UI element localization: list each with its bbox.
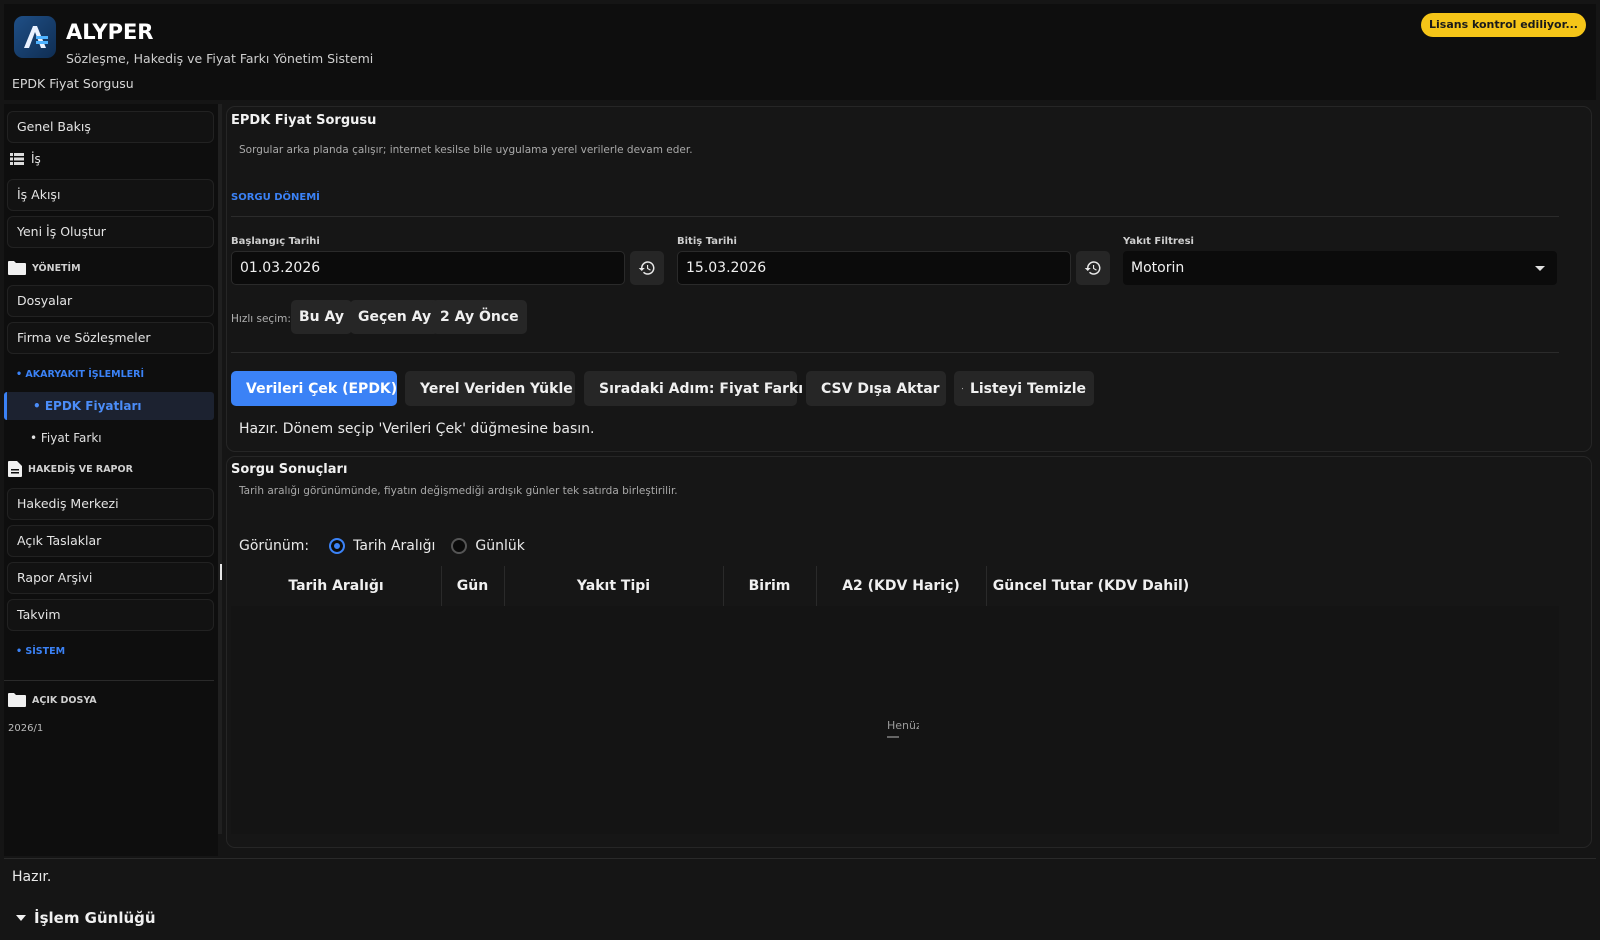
fetch-data-label: Verileri Çek (EPDK) <box>246 380 398 397</box>
results-table-header: Tarih Aralığı Gün Yakıt Tipi Birim A2 (K… <box>231 566 1559 606</box>
results-table-body: Henüz <box>231 606 1559 834</box>
quick-this-month-button[interactable]: Bu Ay <box>291 300 352 334</box>
view-range-radio[interactable] <box>329 538 346 554</box>
view-daily-radio[interactable] <box>451 538 468 554</box>
sidebar-item-workflow[interactable]: İş Akışı <box>7 179 214 211</box>
column-header-days[interactable]: Gün <box>441 566 504 606</box>
logo-icon <box>24 26 48 48</box>
sidebar-item-epdk-prices[interactable]: • EPDK Fiyatları <box>4 392 214 420</box>
section-divider <box>231 352 1559 353</box>
query-period-label: SORGU DÖNEMİ <box>231 192 320 203</box>
query-panel: EPDK Fiyat Sorgusu Sorgular arka planda … <box>226 106 1592 452</box>
sidebar-section-system: • SİSTEM <box>16 645 66 657</box>
sidebar-item-payment-center[interactable]: Hakediş Merkezi <box>7 488 214 520</box>
empty-state-text: Henüz <box>887 719 919 732</box>
start-date-input[interactable]: 01.03.2026 <box>231 251 625 285</box>
app-title: ALYPER <box>66 20 154 44</box>
license-status-badge: Lisans kontrol ediliyor... <box>1421 13 1586 37</box>
end-date-reset-button[interactable] <box>1076 251 1110 285</box>
column-header-total-incl-vat[interactable]: Güncel Tutar (KDV Dahil) <box>986 566 1196 606</box>
history-icon <box>638 261 655 275</box>
chevron-down-icon <box>1535 266 1545 271</box>
fuel-filter-label: Yakıt Filtresi <box>1123 236 1194 247</box>
start-date-label: Başlangıç Tarihi <box>231 236 320 247</box>
folder-icon <box>8 693 26 707</box>
fuel-filter-select[interactable]: Motorin <box>1123 251 1557 285</box>
sidebar-item-companies[interactable]: Firma ve Sözleşmeler <box>7 322 214 354</box>
sidebar-divider <box>4 680 214 681</box>
loading-indicator <box>887 736 899 738</box>
column-header-date-range[interactable]: Tarih Aralığı <box>231 566 441 606</box>
results-panel: Sorgu Sonuçları Tarih aralığı görünümünd… <box>226 456 1592 848</box>
sidebar-section-fuel: • AKARYAKIT İŞLEMLERİ <box>16 368 145 380</box>
trash-icon <box>962 387 963 390</box>
caret-down-icon <box>16 915 26 921</box>
app-logo <box>14 16 56 58</box>
sidebar-section-management: YÖNETİM <box>8 258 81 278</box>
sidebar-section-open-file: AÇIK DOSYA <box>8 690 97 710</box>
breadcrumb: EPDK Fiyat Sorgusu <box>12 76 134 91</box>
activity-log-toggle[interactable]: İşlem Günlüğü <box>16 909 156 927</box>
column-header-fuel-type[interactable]: Yakıt Tipi <box>504 566 723 606</box>
footer-status: Hazır. <box>12 869 52 885</box>
query-panel-title: EPDK Fiyat Sorgusu <box>231 113 377 128</box>
list-icon <box>10 153 24 165</box>
history-icon <box>1084 261 1101 275</box>
export-csv-button[interactable]: CSV Dışa Aktar <box>806 371 946 406</box>
sidebar-section-reports: HAKEDİŞ VE RAPOR <box>8 459 133 479</box>
clear-list-label: Listeyi Temizle <box>969 380 1086 397</box>
column-header-a2-excl-vat[interactable]: A2 (KDV Hariç) <box>816 566 986 606</box>
column-header-unit[interactable]: Birim <box>723 566 816 606</box>
results-panel-title: Sorgu Sonuçları <box>231 462 348 477</box>
fetch-data-button[interactable]: Verileri Çek (EPDK) <box>231 371 397 406</box>
sidebar-resize-handle[interactable] <box>220 564 222 580</box>
quick-select-label: Hızlı seçim: <box>231 313 291 325</box>
sidebar: Genel Bakış İş İş Akışı Yeni İş Oluştur … <box>4 104 222 856</box>
folder-icon <box>8 261 26 275</box>
open-file-value: 2026/1 <box>8 723 44 734</box>
export-csv-label: CSV Dışa Aktar <box>821 380 940 397</box>
activity-log-title: İşlem Günlüğü <box>34 909 156 927</box>
clear-list-button[interactable]: Listeyi Temizle <box>954 371 1094 406</box>
quick-two-months-button[interactable]: 2 Ay Önce <box>432 300 527 334</box>
sidebar-item-price-diff[interactable]: • Fiyat Farkı <box>30 431 102 445</box>
sidebar-item-report-archive[interactable]: Rapor Arşivi <box>7 562 214 594</box>
sidebar-item-work-label: İş <box>31 152 41 166</box>
sidebar-item-overview[interactable]: Genel Bakış <box>7 111 214 143</box>
app-header: ALYPER Sözleşme, Hakediş ve Fiyat Farkı … <box>4 4 1596 100</box>
load-local-button[interactable]: Yerel Veriden Yükle <box>405 371 575 406</box>
query-panel-description: Sorgular arka planda çalışır; internet k… <box>239 144 693 156</box>
sidebar-section-open-file-label: AÇIK DOSYA <box>32 694 97 706</box>
sidebar-item-files[interactable]: Dosyalar <box>7 285 214 317</box>
next-step-label: Sıradaki Adım: Fiyat Farkı <box>599 380 804 397</box>
sidebar-item-open-drafts[interactable]: Açık Taslaklar <box>7 525 214 557</box>
sidebar-item-work[interactable]: İş <box>10 152 41 166</box>
view-daily-label[interactable]: Günlük <box>475 538 524 554</box>
view-range-label[interactable]: Tarih Aralığı <box>353 538 435 554</box>
end-date-label: Bitiş Tarihi <box>677 236 737 247</box>
quick-last-month-button[interactable]: Geçen Ay <box>350 300 440 334</box>
load-local-label: Yerel Veriden Yükle <box>420 380 573 397</box>
next-step-button[interactable]: Sıradaki Adım: Fiyat Farkı <box>584 371 803 406</box>
sidebar-scrollbar[interactable] <box>218 104 222 834</box>
footer-divider <box>4 858 1596 859</box>
view-mode-label: Görünüm: <box>239 538 310 554</box>
app-subtitle: Sözleşme, Hakediş ve Fiyat Farkı Yönetim… <box>66 51 374 66</box>
sidebar-item-calendar[interactable]: Takvim <box>7 599 214 631</box>
sidebar-section-management-label: YÖNETİM <box>32 262 81 274</box>
end-date-input[interactable]: 15.03.2026 <box>677 251 1071 285</box>
document-icon <box>8 461 22 477</box>
view-mode-group: Görünüm: Tarih Aralığı Günlük <box>239 538 525 554</box>
results-panel-description: Tarih aralığı görünümünde, fiyatın değiş… <box>239 485 678 497</box>
start-date-reset-button[interactable] <box>630 251 664 285</box>
query-status-message: Hazır. Dönem seçip 'Verileri Çek' düğmes… <box>239 421 595 437</box>
fuel-filter-value: Motorin <box>1131 260 1185 276</box>
sidebar-section-reports-label: HAKEDİŞ VE RAPOR <box>28 463 133 475</box>
sidebar-item-new-job[interactable]: Yeni İş Oluştur <box>7 216 214 248</box>
section-divider <box>231 216 1559 217</box>
